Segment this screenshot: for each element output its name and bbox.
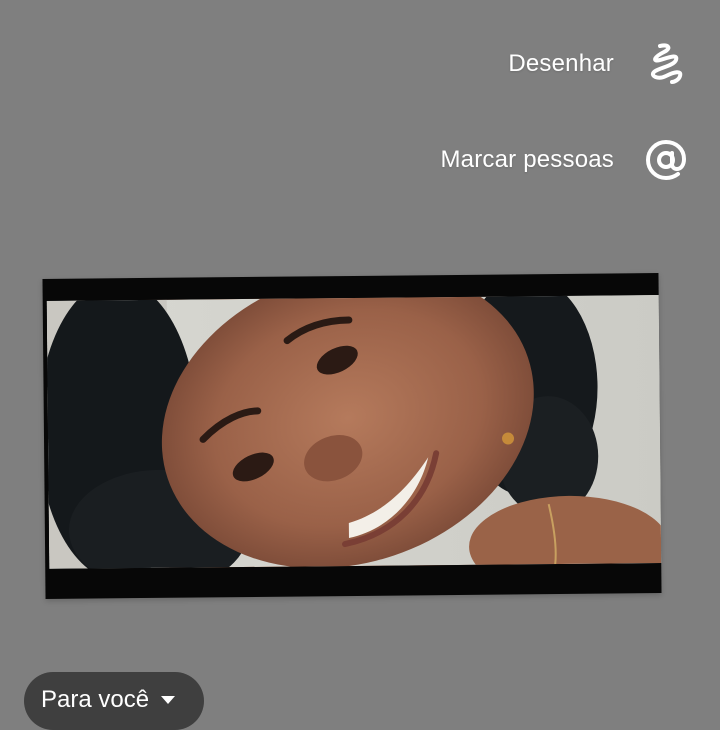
mention-tool[interactable]: Marcar pessoas [440,136,690,184]
caret-down-icon [161,696,176,704]
at-sign-icon[interactable] [642,136,690,184]
selfie-photo [46,295,662,569]
draw-tool[interactable]: Desenhar [508,40,690,88]
squiggle-icon[interactable] [642,40,690,88]
draw-tool-label: Desenhar [508,50,614,77]
audience-label: Para você [41,686,150,713]
audience-selector[interactable]: Para você [24,672,204,730]
photo-sticker[interactable] [42,273,662,599]
mention-tool-label: Marcar pessoas [440,146,614,173]
